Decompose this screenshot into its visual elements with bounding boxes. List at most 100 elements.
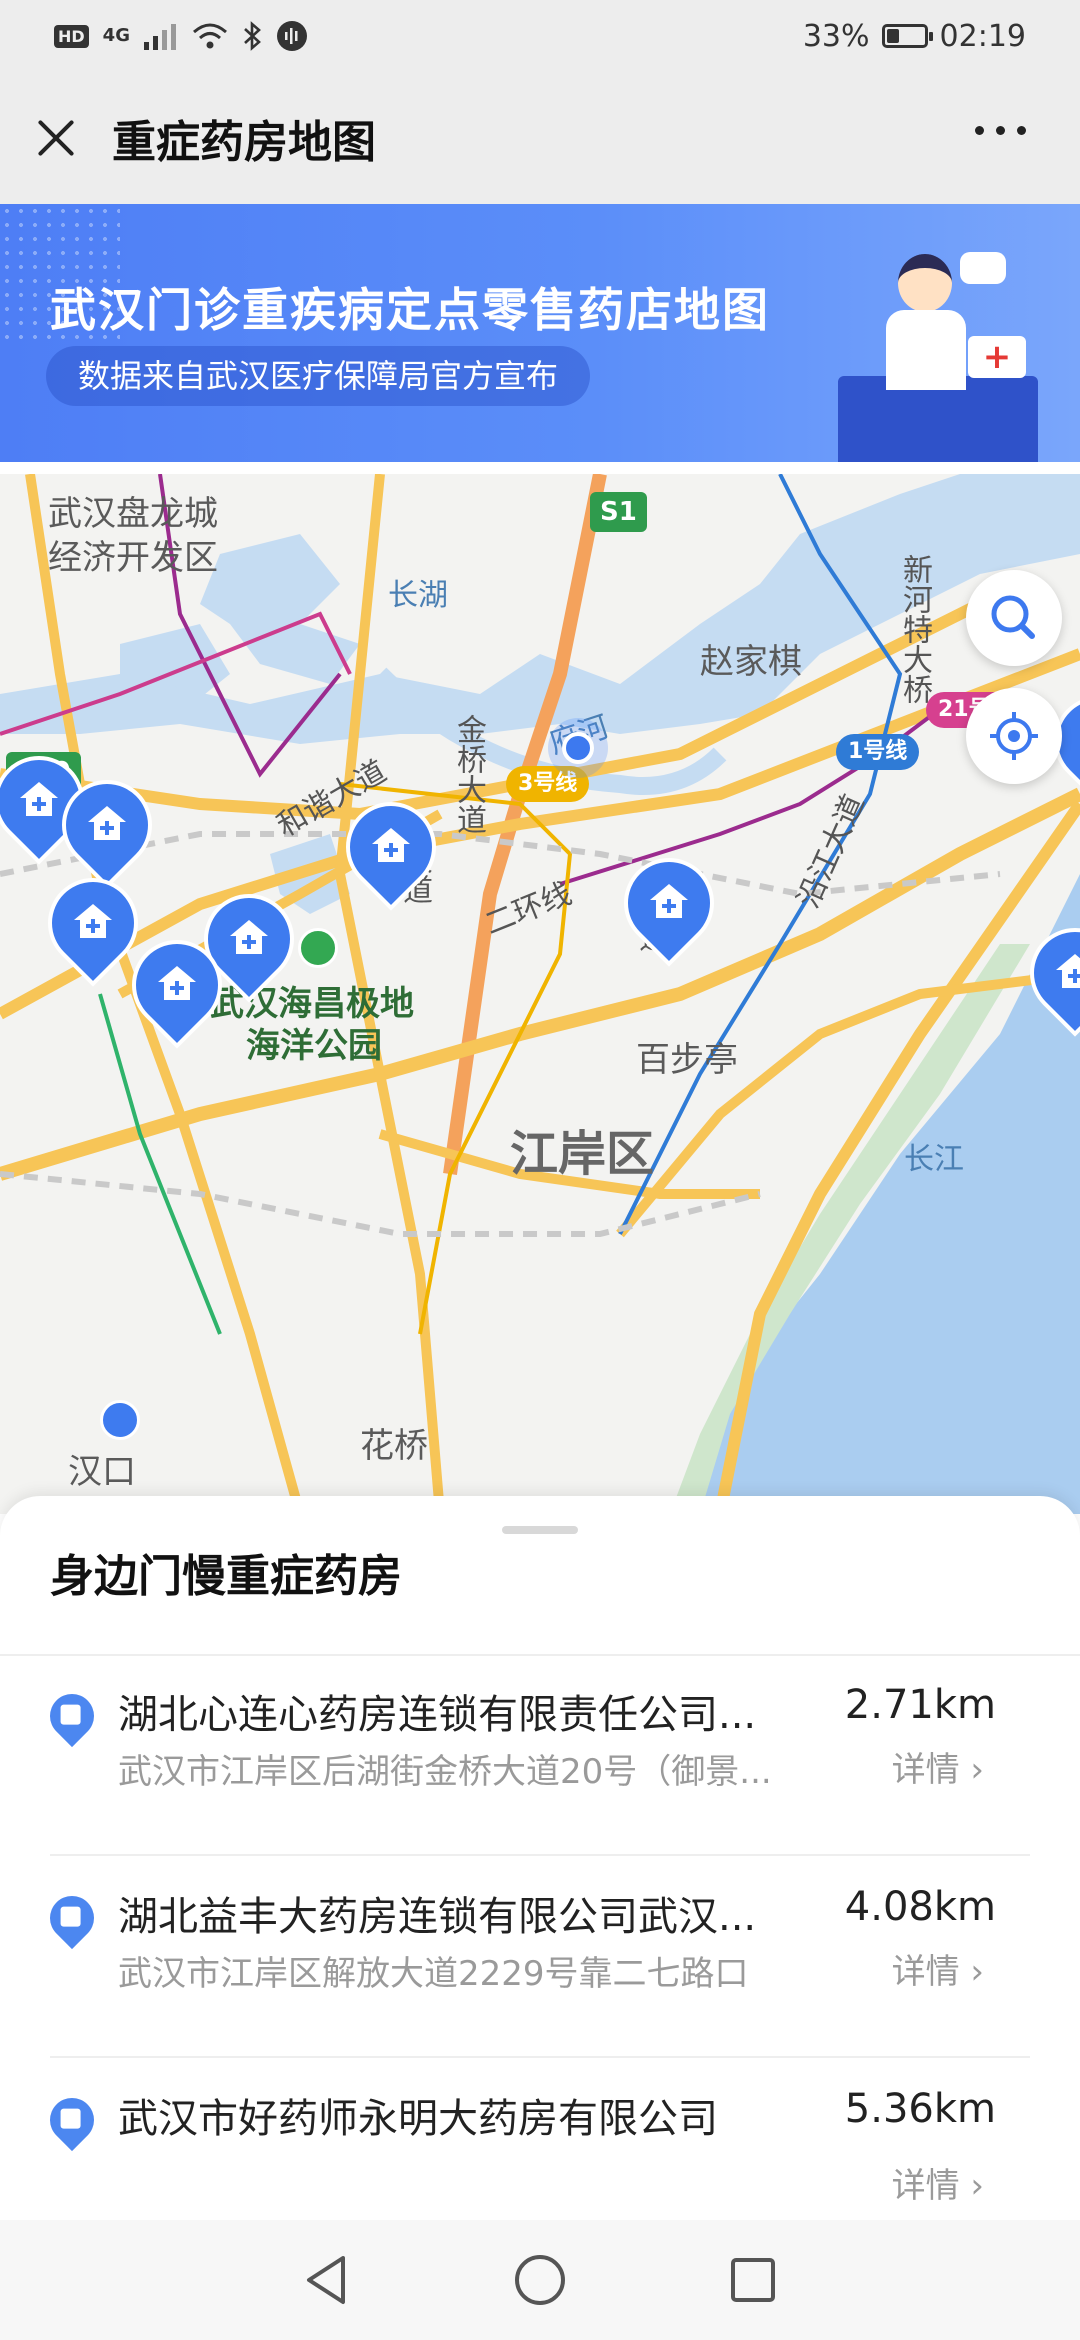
map-label-xinhe-bridge: 新河特大桥: [897, 554, 932, 704]
map-label-panlong-2: 经济开发区: [48, 538, 218, 578]
home-icon: [514, 2255, 565, 2305]
location-pin-icon: [40, 2088, 104, 2152]
pharmacy-map-pin[interactable]: [327, 783, 455, 911]
pharmacy-distance: 5.36km: [844, 2086, 996, 2132]
sheet-drag-handle[interactable]: [502, 1526, 578, 1534]
locate-icon: [990, 712, 1038, 760]
doctor-illustration: [880, 254, 970, 394]
pharmacy-map-pin[interactable]: [605, 839, 733, 967]
hd-indicator: HD: [54, 24, 89, 48]
metro-badge-line1: 1号线: [836, 734, 920, 770]
pin-house: [60, 1906, 81, 1927]
detail-link[interactable]: 详情 ›: [892, 1742, 984, 1791]
battery-percent: 33%: [802, 18, 870, 54]
nav-back-button[interactable]: [297, 2250, 357, 2310]
pharmacy-house-icon: [1056, 954, 1080, 988]
park-camera-icon: [298, 928, 338, 968]
nav-recents-button[interactable]: [723, 2250, 783, 2310]
more-dot: [975, 126, 984, 135]
map-label-changhu: 长湖: [388, 578, 448, 613]
pharmacy-map-pin[interactable]: [113, 921, 241, 1049]
map-label-hankou: 汉口: [68, 1452, 136, 1492]
pharmacy-house-icon: [158, 966, 196, 1000]
map-label-huaqiao: 花桥: [360, 1426, 428, 1466]
metro-station-icon: [100, 1400, 140, 1440]
detail-label: 详情: [891, 1750, 960, 1790]
map-label-baibuting: 百步亭: [636, 1040, 738, 1080]
banner-subtitle: 数据来自武汉医疗保障局官方宣布: [46, 346, 591, 406]
location-pin-icon: [40, 1684, 104, 1748]
status-bar: HD 4G 33% 02:19: [0, 0, 1080, 72]
pharmacy-address: 武汉市江岸区后湖街金桥大道20号（御景...: [118, 1752, 772, 1792]
battery-level: [886, 29, 899, 43]
page-title: 重症药房地图: [112, 117, 376, 168]
pharmacy-name: 湖北心连心药房连锁有限责任公司...: [118, 1692, 757, 1738]
pharmacy-house-icon: [20, 782, 58, 816]
pharmacy-distance: 4.08km: [844, 1884, 996, 1930]
more-icon[interactable]: [975, 126, 1026, 135]
divider: [50, 2056, 1030, 2058]
divider: [50, 1854, 1030, 1856]
signal-icon: [143, 24, 176, 50]
detail-link[interactable]: 详情 ›: [892, 1944, 984, 1993]
pharmacy-house-icon: [74, 904, 112, 938]
location-pin-icon: [40, 1886, 104, 1950]
pharmacy-address: 武汉市江岸区解放大道2229号靠二七路口: [118, 1954, 749, 1994]
battery-icon: [881, 24, 933, 48]
wifi-icon: [192, 23, 227, 49]
pin-house: [60, 1704, 81, 1725]
pharmacy-name: 湖北益丰大药房连锁有限公司武汉...: [118, 1894, 757, 1940]
map-label-changjiang: 长江: [904, 1142, 964, 1177]
pharmacy-map-pin[interactable]: [29, 859, 157, 987]
map-locate-button[interactable]: [966, 688, 1062, 784]
doctor-head: [898, 254, 952, 312]
nav-home-button[interactable]: [510, 2250, 570, 2310]
pharmacy-map-pin[interactable]: [1011, 909, 1080, 1037]
system-nav-bar: [0, 2220, 1080, 2340]
pharmacy-list-item[interactable]: 武汉市好药师永明大药房有限公司 5.36km 详情 ›: [0, 2060, 1080, 2220]
search-icon: [991, 595, 1035, 639]
chevron-right-icon: ›: [970, 1750, 984, 1790]
lake-water: [200, 534, 360, 684]
sheet-title: 身边门慢重症药房: [50, 1551, 402, 1602]
pharmacy-name: 武汉市好药师永明大药房有限公司: [118, 2096, 718, 2142]
detail-link[interactable]: 详情 ›: [892, 2158, 984, 2207]
pharmacy-house-icon: [88, 806, 126, 840]
close-icon[interactable]: [30, 112, 82, 164]
pharmacy-house-icon: [372, 828, 410, 862]
pharmacy-list-sheet[interactable]: 身边门慢重症药房 湖北心连心药房连锁有限责任公司... 武汉市江岸区后湖街金桥大…: [0, 1496, 1080, 2220]
network-type: 4G: [102, 25, 130, 46]
pharmacy-map-pin[interactable]: [43, 761, 171, 889]
back-icon: [306, 2256, 345, 2304]
detail-label: 详情: [891, 1952, 960, 1992]
map-label-haichang-2: 海洋公园: [246, 1026, 382, 1066]
banner-title: 武汉门诊重疾病定点零售药店地图: [50, 283, 770, 337]
pharmacy-list-item[interactable]: 湖北益丰大药房连锁有限公司武汉... 武汉市江岸区解放大道2229号靠二七路口 …: [0, 1858, 1080, 2058]
pharmacy-list-item[interactable]: 湖北心连心药房连锁有限责任公司... 武汉市江岸区后湖街金桥大道20号（御景..…: [0, 1656, 1080, 1856]
pharmacy-house-icon: [230, 920, 268, 954]
map-label-jiangan: 江岸区: [510, 1126, 655, 1182]
bluetooth-icon: [244, 21, 261, 51]
doctor-body: [886, 310, 966, 390]
status-left: HD 4G: [54, 20, 308, 52]
road-badge-s1: S1: [590, 492, 647, 532]
map-label-panlong: 武汉盘龙城: [48, 494, 218, 534]
clock: 02:19: [939, 18, 1026, 54]
map-label-zhaojiaqi: 赵家棋: [700, 642, 802, 682]
recents-icon: [731, 2258, 776, 2302]
pharmacy-distance: 2.71km: [844, 1682, 996, 1728]
map-label-jinqiao-road: 金桥大道: [451, 714, 486, 834]
voice-icon: [276, 21, 307, 51]
banner: 武汉门诊重疾病定点零售药店地图 数据来自武汉医疗保障局官方宣布 +: [0, 204, 1080, 462]
medical-kit-icon: +: [968, 336, 1026, 378]
chevron-right-icon: ›: [970, 1952, 984, 1992]
title-bar: 重症药房地图: [0, 72, 1080, 204]
more-dot: [996, 126, 1005, 135]
pin-house: [60, 2108, 81, 2129]
status-right: 33% 02:19: [803, 19, 1026, 54]
map-view[interactable]: 武汉盘龙城 经济开发区 长湖 赵家棋 府河 武汉海昌极地 海洋公园 百步亭 江岸…: [0, 474, 1080, 1514]
current-location-marker: [548, 718, 608, 778]
more-dot: [1017, 126, 1026, 135]
pharmacy-house-icon: [650, 884, 688, 918]
map-search-button[interactable]: [966, 570, 1062, 666]
